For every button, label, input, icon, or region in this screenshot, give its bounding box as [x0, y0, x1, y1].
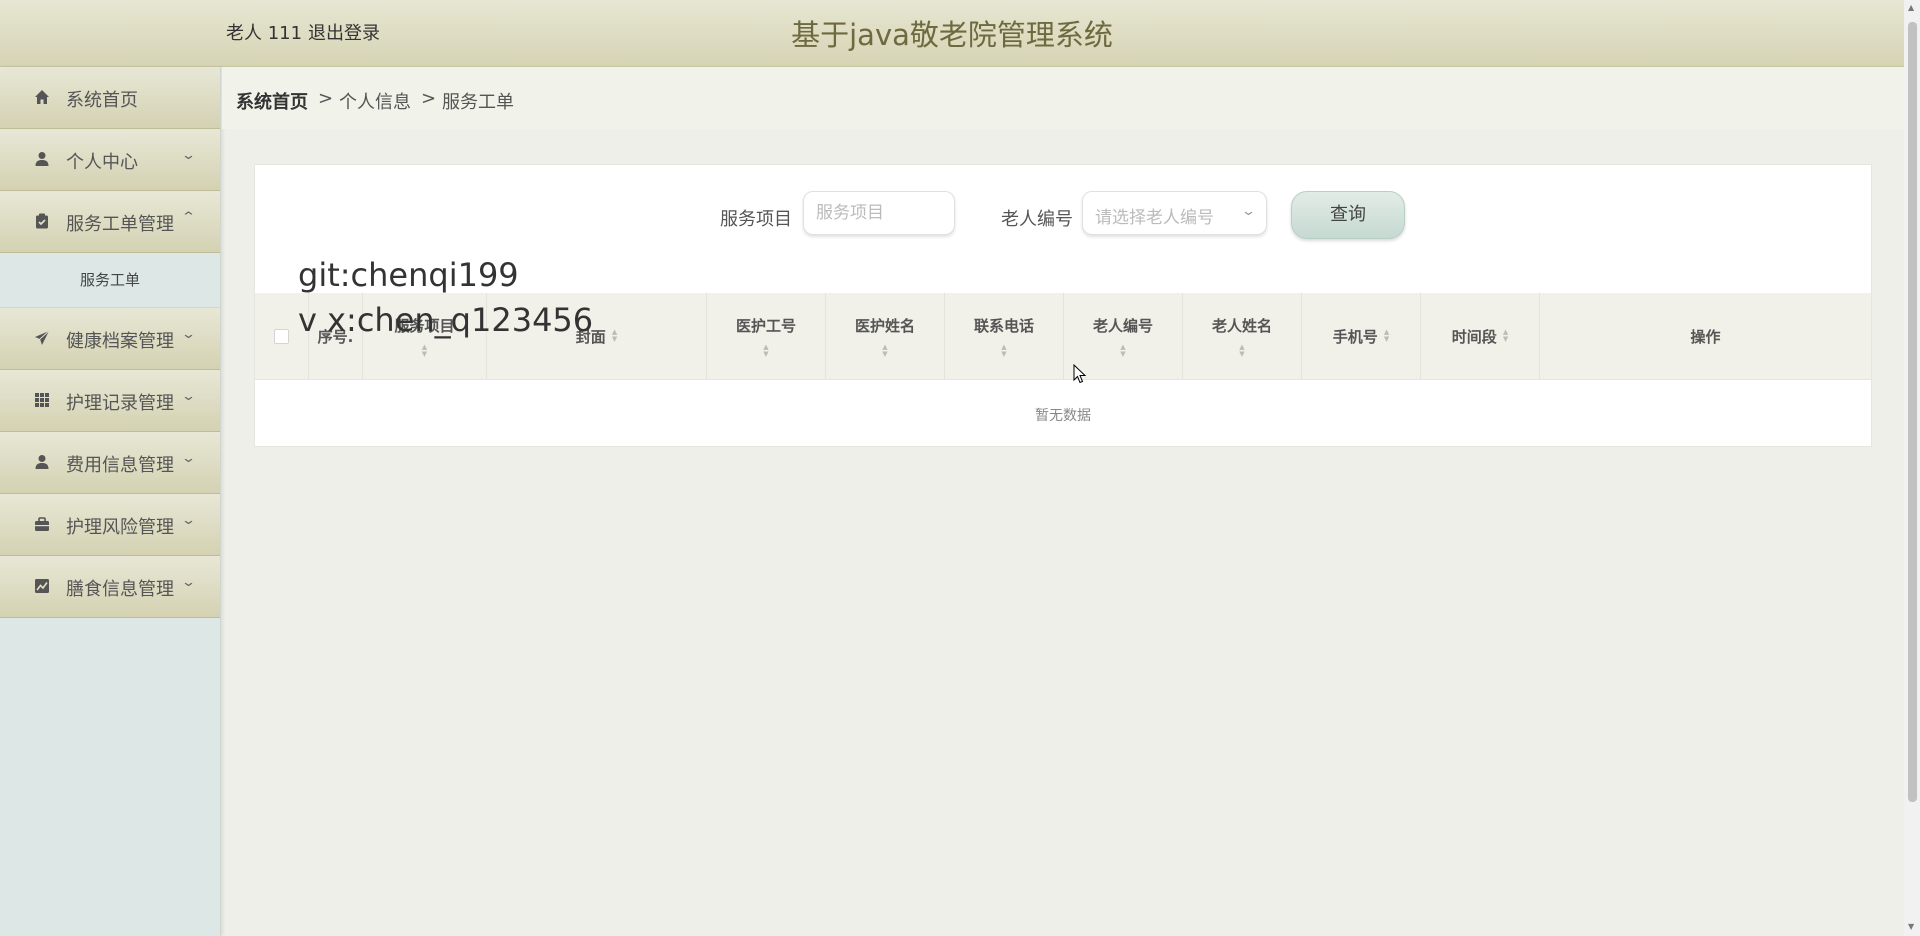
column-time-slot-label: 时间段: [1451, 327, 1497, 346]
watermark-line-2: v x:chen_q123456: [298, 301, 594, 339]
sidebar-item-nursing-risk[interactable]: 护理风险管理 ⌄: [0, 494, 220, 556]
sidebar-subitem-service-order[interactable]: 服务工单: [0, 253, 220, 308]
column-mobile[interactable]: 手机号 ▲ ▼: [1302, 293, 1421, 379]
sort-icon[interactable]: ▲ ▼: [882, 343, 887, 358]
sidebar: 系统首页 个人中心 ⌄ 服务工单管理 ⌃ 服务工单 健康档案管理 ⌄ 护理记录管…: [0, 67, 221, 936]
breadcrumb-current: 服务工单: [442, 92, 514, 113]
column-phone[interactable]: 联系电话 ▲ ▼: [945, 293, 1064, 379]
scroll-up-icon[interactable]: ▲: [1908, 3, 1914, 12]
sort-icon[interactable]: ▲ ▼: [1239, 343, 1244, 358]
home-icon: [33, 88, 51, 106]
sidebar-item-label: 护理记录管理: [66, 393, 174, 414]
sort-icon[interactable]: ▲ ▼: [763, 343, 768, 358]
person-icon: [33, 150, 51, 168]
watermark-line-1: git:chenqi199: [298, 256, 519, 294]
scrollbar-thumb[interactable]: [1908, 22, 1917, 802]
elder-id-label: 老人编号: [1001, 209, 1073, 230]
chart-icon: [33, 577, 51, 595]
mouse-cursor-icon: [1073, 363, 1087, 388]
sidebar-item-label: 系统首页: [66, 90, 138, 111]
paper-plane-icon: [33, 329, 51, 347]
sidebar-item-service-order-management[interactable]: 服务工单管理 ⌃: [0, 191, 220, 253]
sort-icon[interactable]: ▲ ▼: [1503, 329, 1508, 343]
sort-icon[interactable]: ▲ ▼: [1384, 329, 1389, 343]
sort-icon[interactable]: ▲ ▼: [422, 343, 427, 358]
select-all-checkbox[interactable]: [274, 328, 289, 344]
column-time-slot[interactable]: 时间段 ▲ ▼: [1421, 293, 1540, 379]
column-staff-name[interactable]: 医护姓名 ▲ ▼: [826, 293, 945, 379]
chevron-down-icon: ⌄: [180, 451, 197, 466]
scroll-down-icon[interactable]: ▼: [1908, 922, 1914, 931]
column-actions-label: 操作: [1690, 327, 1721, 346]
empty-table-message: 暂无数据: [1035, 408, 1091, 424]
sidebar-item-label: 服务工单管理: [66, 214, 174, 235]
column-staff-name-label: 医护姓名: [854, 316, 915, 335]
column-elder-name[interactable]: 老人姓名 ▲ ▼: [1183, 293, 1302, 379]
column-staff-id-label: 医护工号: [735, 316, 796, 335]
sidebar-item-label: 健康档案管理: [66, 331, 174, 352]
column-actions: 操作: [1540, 293, 1871, 379]
chevron-down-icon: ⌄: [180, 389, 197, 404]
column-elder-name-label: 老人姓名: [1211, 316, 1272, 335]
service-item-label: 服务项目: [720, 209, 792, 230]
service-item-input[interactable]: [803, 191, 955, 235]
chevron-down-icon: ⌄: [180, 148, 197, 163]
app-title: 基于java敬老院管理系统: [791, 18, 1113, 52]
sidebar-item-diet-info[interactable]: 膳食信息管理 ⌄: [0, 556, 220, 618]
top-header: 老人 111 退出登录 基于java敬老院管理系统: [0, 0, 1904, 67]
chevron-down-icon: ⌄: [180, 513, 197, 528]
vertical-scrollbar[interactable]: ▲ ▼: [1904, 0, 1920, 936]
query-button[interactable]: 查询: [1291, 191, 1405, 239]
column-mobile-label: 手机号: [1332, 327, 1378, 346]
sidebar-item-nursing-records[interactable]: 护理记录管理 ⌄: [0, 370, 220, 432]
grid-icon: [33, 391, 51, 409]
breadcrumb-separator: >: [318, 88, 334, 109]
column-elder-id-label: 老人编号: [1092, 316, 1153, 335]
chevron-down-icon: ⌄: [180, 575, 197, 590]
sidebar-item-fee-info[interactable]: 费用信息管理 ⌄: [0, 432, 220, 494]
sidebar-item-label: 护理风险管理: [66, 517, 174, 538]
sidebar-item-label: 费用信息管理: [66, 455, 174, 476]
sort-icon[interactable]: ▲ ▼: [1001, 343, 1006, 358]
sort-icon[interactable]: ▲ ▼: [612, 329, 617, 343]
breadcrumb-personal-info: 个人信息: [339, 92, 411, 113]
person-icon: [33, 453, 51, 471]
sidebar-item-label: 膳食信息管理: [66, 579, 174, 600]
breadcrumb-home[interactable]: 系统首页: [236, 88, 308, 114]
column-phone-label: 联系电话: [973, 316, 1034, 335]
chevron-up-icon: ⌃: [180, 210, 197, 225]
elder-id-select[interactable]: 请选择老人编号 ⌄: [1082, 191, 1267, 235]
column-staff-id[interactable]: 医护工号 ▲ ▼: [707, 293, 826, 379]
sidebar-item-health-records[interactable]: 健康档案管理 ⌄: [0, 308, 220, 370]
breadcrumb-separator: >: [421, 88, 437, 109]
breadcrumb: 系统首页 > 个人信息 > 服务工单: [222, 67, 1904, 129]
chevron-down-icon: ⌄: [180, 327, 197, 342]
elder-id-placeholder: 请选择老人编号: [1095, 208, 1214, 228]
chevron-down-icon: ⌄: [1240, 204, 1257, 219]
briefcase-icon: [33, 515, 51, 533]
clipboard-icon: [33, 212, 51, 230]
sidebar-item-home[interactable]: 系统首页: [0, 67, 220, 129]
sort-icon[interactable]: ▲ ▼: [1120, 343, 1125, 358]
sidebar-item-personal-center[interactable]: 个人中心 ⌄: [0, 129, 220, 191]
sidebar-item-label: 个人中心: [66, 152, 138, 173]
